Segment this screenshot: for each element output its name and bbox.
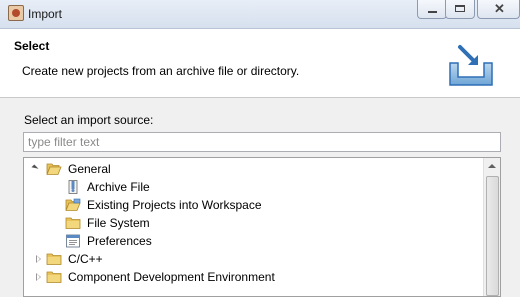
page-description: Create new projects from an archive file… — [22, 64, 300, 78]
scroll-up-button[interactable] — [484, 158, 500, 174]
tree-item-label: Component Development Environment — [68, 270, 275, 284]
page-title: Select — [14, 39, 50, 53]
close-button[interactable]: ✕ — [477, 0, 520, 19]
scroll-thumb[interactable] — [486, 176, 499, 296]
tree-item-general[interactable]: General — [24, 160, 484, 178]
tree-item-file-system[interactable]: File System — [24, 214, 484, 232]
import-source-tree[interactable]: General Archive File Existing Projects i… — [23, 157, 501, 297]
app-icon — [8, 5, 24, 21]
tree-item-existing-projects[interactable]: Existing Projects into Workspace — [24, 196, 484, 214]
close-icon: ✕ — [494, 1, 505, 16]
tree-item-component-development-environment[interactable]: Component Development Environment — [24, 268, 484, 286]
folder-open-icon — [46, 163, 62, 175]
folder-icon — [65, 217, 81, 229]
window-title: Import — [28, 7, 63, 21]
tree-item-label: C/C++ — [68, 252, 103, 266]
maximize-icon — [455, 5, 465, 12]
minimize-button[interactable] — [417, 0, 447, 19]
title-bar: Import ✕ — [0, 0, 520, 29]
tree-item-label: Existing Projects into Workspace — [87, 198, 262, 212]
wizard-banner: Select Create new projects from an archi… — [0, 29, 520, 98]
expand-toggle-icon[interactable] — [36, 273, 41, 281]
preferences-icon — [66, 234, 80, 248]
tree-item-label: Preferences — [87, 234, 152, 248]
tree-item-preferences[interactable]: Preferences — [24, 232, 484, 250]
minimize-icon — [428, 11, 437, 13]
tree-item-label: Archive File — [87, 180, 150, 194]
tree-item-c-cpp[interactable]: C/C++ — [24, 250, 484, 268]
vertical-scrollbar[interactable] — [483, 158, 500, 296]
expand-toggle-icon[interactable] — [36, 255, 41, 263]
expand-toggle-icon[interactable] — [31, 164, 39, 172]
import-source-label: Select an import source: — [24, 113, 154, 127]
maximize-button[interactable] — [445, 0, 475, 19]
tree-item-label: General — [68, 162, 111, 176]
tree-item-archive-file[interactable]: Archive File — [24, 178, 484, 196]
folder-icon — [46, 271, 62, 283]
archive-file-icon — [68, 180, 78, 194]
tree-item-label: File System — [87, 216, 150, 230]
folder-icon — [46, 253, 62, 265]
project-folder-icon — [65, 198, 81, 211]
filter-input[interactable] — [23, 132, 501, 152]
import-tray-icon — [449, 45, 493, 86]
